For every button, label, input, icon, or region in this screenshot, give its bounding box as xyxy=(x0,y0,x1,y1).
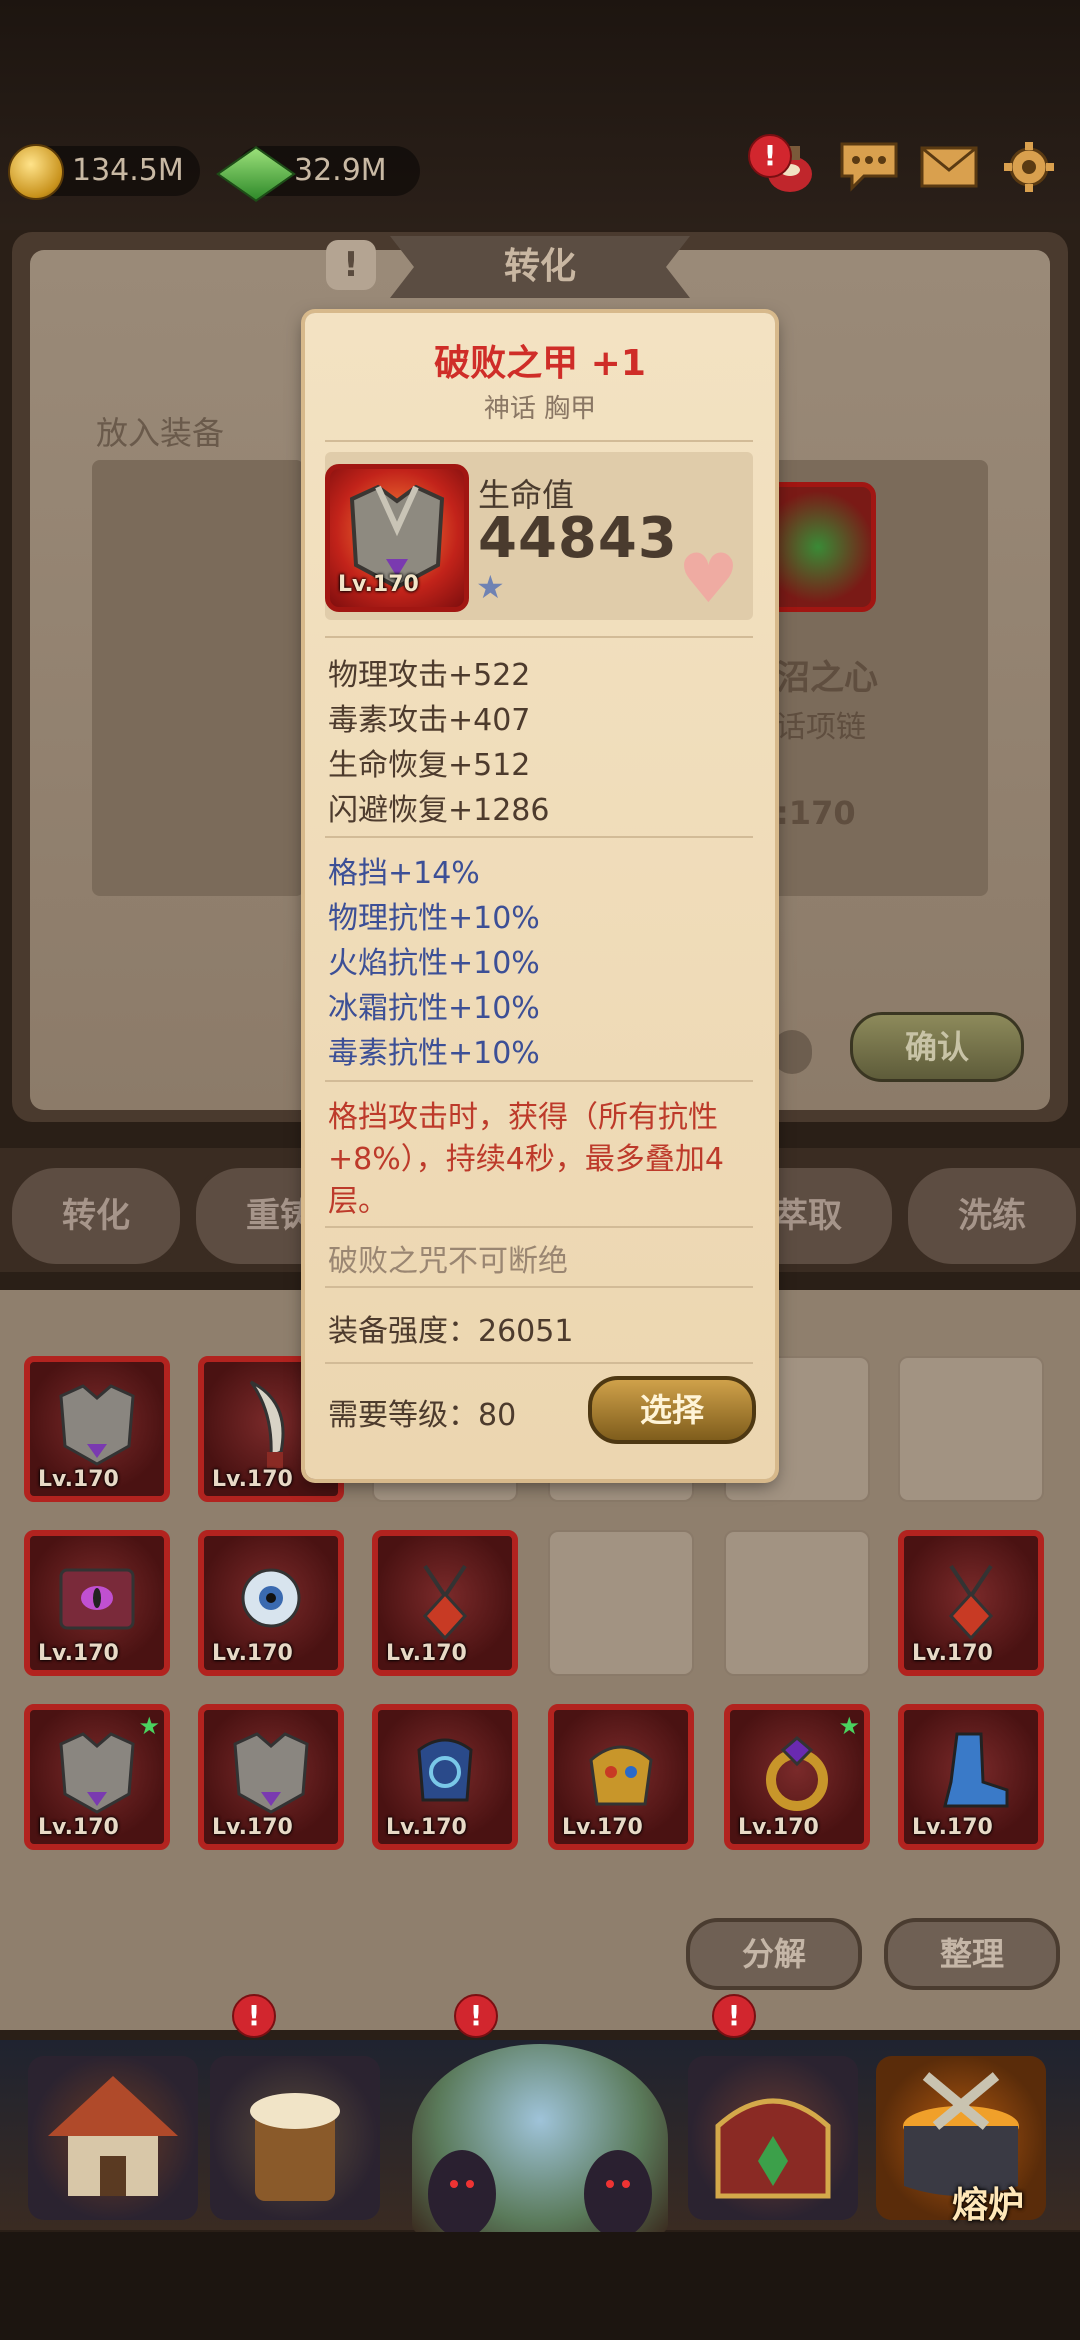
chat-icon[interactable] xyxy=(838,138,900,196)
mail-icon[interactable] xyxy=(918,138,980,196)
inventory-empty-slot[interactable] xyxy=(724,1530,870,1676)
item-level-label: Lv.170 xyxy=(912,1641,993,1666)
item-level-label: Lv.170 xyxy=(38,1815,119,1840)
item-level: Lv.170 xyxy=(338,572,419,597)
item-level-label: Lv.170 xyxy=(38,1467,119,1492)
nav-home-icon[interactable] xyxy=(28,2056,198,2220)
divider xyxy=(325,636,753,638)
inventory-empty-slot[interactable] xyxy=(548,1530,694,1676)
item-rarity-type: 神话 胸甲 xyxy=(483,394,597,424)
item-name: 破败之甲 +1 xyxy=(434,343,646,384)
tab-convert[interactable]: 转化 xyxy=(8,1164,184,1268)
inventory-item[interactable]: Lv.170 xyxy=(548,1704,694,1850)
divider xyxy=(325,1226,753,1228)
inventory-item[interactable]: Lv.170 ★ xyxy=(24,1704,170,1850)
armor-icon xyxy=(221,1720,321,1824)
armor-icon xyxy=(47,1720,147,1824)
boot-icon xyxy=(921,1720,1021,1824)
input-equipment-slot[interactable] xyxy=(92,460,304,896)
gold-coin-icon xyxy=(8,144,64,200)
divider xyxy=(325,440,753,442)
basic-stat: 闪避恢复+1286 xyxy=(328,793,550,828)
book-icon xyxy=(47,1546,147,1650)
bottom-strip xyxy=(0,2232,1080,2340)
item-level-label: Lv.170 xyxy=(38,1641,119,1666)
output-item-level: :170 xyxy=(776,794,856,832)
bonus-stat: 冰霜抗性+10% xyxy=(328,991,540,1026)
nav-adventure-icon[interactable] xyxy=(412,2044,668,2238)
bonus-stat: 物理抗性+10% xyxy=(328,901,540,936)
basic-stat: 毒素攻击+407 xyxy=(328,703,531,738)
required-level: 需要等级：80 xyxy=(328,1398,517,1433)
inventory-item[interactable]: Lv.170 ★ xyxy=(724,1704,870,1850)
item-level-label: Lv.170 xyxy=(562,1815,643,1840)
heart-icon: ♥ xyxy=(678,540,739,619)
amulet-icon xyxy=(395,1546,495,1650)
bonus-stat: 格挡+14% xyxy=(328,856,480,891)
nav-forge-label: 熔炉 xyxy=(952,2185,1025,2226)
output-item-name: 沼之心 xyxy=(776,658,878,698)
eye-icon xyxy=(221,1546,321,1650)
basic-stat: 物理攻击+522 xyxy=(328,658,531,693)
nav-tavern-icon[interactable] xyxy=(210,2056,380,2220)
special-effect-line: 层。 xyxy=(328,1184,388,1219)
flavor-text: 破败之咒不可断绝 xyxy=(328,1244,568,1279)
inventory-item[interactable]: Lv.170 xyxy=(198,1704,344,1850)
info-alert-icon[interactable]: ! xyxy=(326,240,376,290)
necklace-item-icon xyxy=(760,482,876,612)
item-level-label: Lv.170 xyxy=(212,1815,293,1840)
gauntlet-icon xyxy=(571,1720,671,1824)
special-effect-line: 格挡攻击时，获得（所有抗性 xyxy=(328,1100,718,1135)
confirm-button[interactable]: 确认 xyxy=(850,1012,1024,1082)
item-level-label: Lv.170 xyxy=(912,1815,993,1840)
item-level-label: Lv.170 xyxy=(738,1815,819,1840)
tab-refine[interactable]: 洗练 xyxy=(904,1164,1080,1268)
inventory-empty-slot[interactable] xyxy=(898,1356,1044,1502)
inventory-item[interactable]: Lv.170 xyxy=(898,1704,1044,1850)
armor-icon xyxy=(47,1372,147,1476)
item-level-label: Lv.170 xyxy=(212,1467,293,1492)
place-equipment-label: 放入装备 xyxy=(96,414,225,452)
settings-gear-icon[interactable] xyxy=(998,138,1060,196)
potion-alert-badge: ! xyxy=(748,134,792,178)
basic-stat: 生命恢复+512 xyxy=(328,748,531,783)
adventure-alert-badge: ! xyxy=(454,1994,498,2038)
chest-alert-badge: ! xyxy=(712,1994,756,2038)
output-item-type: 话项链 xyxy=(776,710,866,745)
star-icon: ★ xyxy=(476,568,505,606)
divider xyxy=(325,1286,753,1288)
divider xyxy=(325,1080,753,1082)
gold-amount: 134.5M xyxy=(72,153,184,188)
ring-icon xyxy=(747,1720,847,1824)
panel-title: 转化 xyxy=(390,236,690,298)
tavern-alert-badge: ! xyxy=(232,1994,276,2038)
inventory-item[interactable]: Lv.170 xyxy=(898,1530,1044,1676)
inventory-item[interactable]: Lv.170 xyxy=(24,1356,170,1502)
gloves-icon xyxy=(395,1720,495,1824)
main-stat-value: 44843 xyxy=(478,506,678,571)
decompose-button[interactable]: 分解 xyxy=(686,1918,862,1990)
inventory-item[interactable]: Lv.170 xyxy=(372,1530,518,1676)
item-level-label: Lv.170 xyxy=(386,1815,467,1840)
bonus-stat: 毒素抗性+10% xyxy=(328,1036,540,1071)
item-level-label: Lv.170 xyxy=(212,1641,293,1666)
divider xyxy=(325,836,753,838)
amulet-icon xyxy=(921,1546,1021,1650)
star-icon: ★ xyxy=(138,1712,160,1740)
nav-chest-icon[interactable] xyxy=(688,2056,858,2220)
divider xyxy=(325,1362,753,1364)
inventory-item[interactable]: Lv.170 xyxy=(372,1704,518,1850)
gem-amount: 32.9M xyxy=(294,153,387,188)
select-button[interactable]: 选择 xyxy=(588,1376,756,1444)
equipment-power: 装备强度：26051 xyxy=(328,1314,574,1349)
bonus-stat: 火焰抗性+10% xyxy=(328,946,540,981)
inventory-item[interactable]: Lv.170 xyxy=(24,1530,170,1676)
toggle-knob[interactable] xyxy=(772,1030,812,1074)
special-effect-line: +8%），持续4秒，最多叠加4 xyxy=(328,1142,724,1177)
item-level-label: Lv.170 xyxy=(386,1641,467,1666)
sort-button[interactable]: 整理 xyxy=(884,1918,1060,1990)
inventory-item[interactable]: Lv.170 xyxy=(198,1530,344,1676)
star-icon: ★ xyxy=(838,1712,860,1740)
